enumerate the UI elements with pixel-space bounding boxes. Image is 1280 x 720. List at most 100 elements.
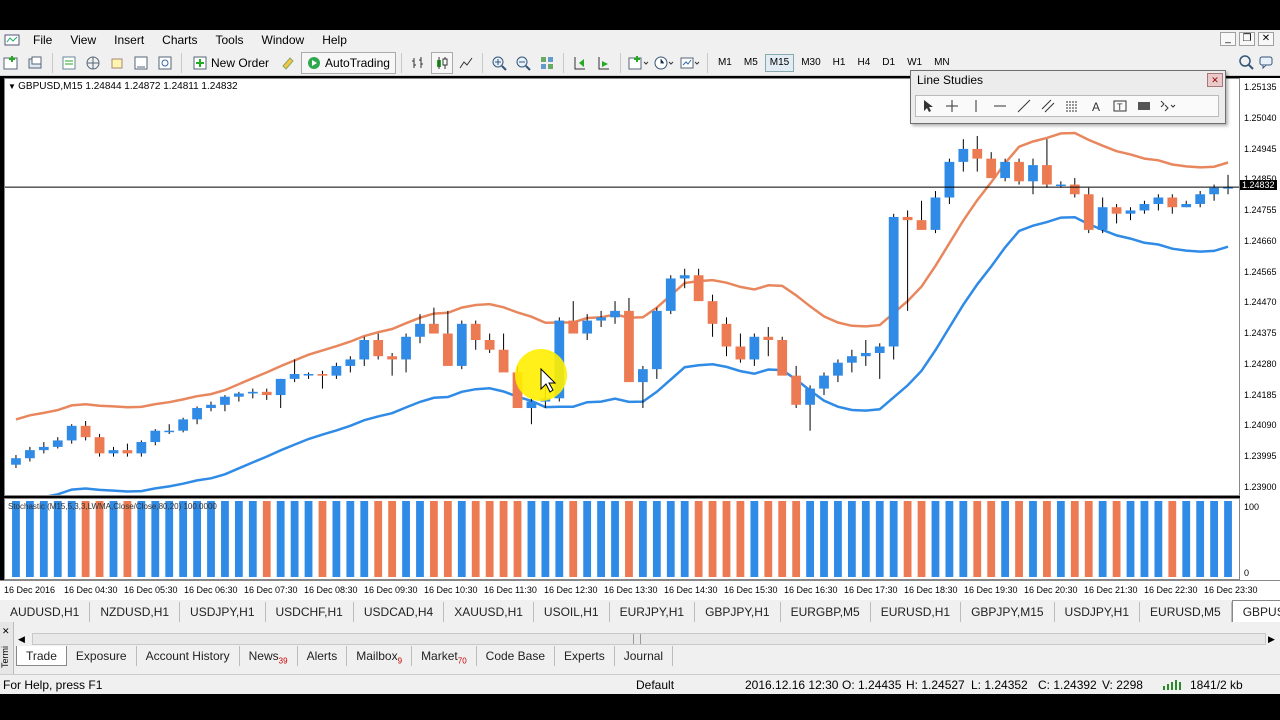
menu-help[interactable]: Help [313,30,356,50]
chart-tab[interactable]: GBPUSD,M15 [1231,600,1280,622]
navigator-button[interactable] [82,52,104,74]
app-icon [4,34,20,46]
terminal-tab[interactable]: News39 [240,646,298,666]
tester-button[interactable] [154,52,176,74]
chart-tab[interactable]: NZDUSD,H1 [90,602,181,622]
arrows-icon[interactable] [1156,96,1180,116]
trendline-icon[interactable] [1012,96,1036,116]
fibonacci-icon[interactable] [1060,96,1084,116]
menu-file[interactable]: File [24,30,61,50]
chart-tab[interactable]: USDCAD,H4 [354,602,445,622]
text-icon[interactable]: A [1084,96,1108,116]
vertical-line-icon[interactable] [964,96,988,116]
chart-tab[interactable]: EURUSD,H1 [871,602,962,622]
timeframe-mn[interactable]: MN [929,54,955,72]
timeframe-m1[interactable]: M1 [713,54,737,72]
market-watch-button[interactable] [58,52,80,74]
terminal-tab[interactable]: Code Base [477,646,556,666]
cursor-icon[interactable] [916,96,940,116]
candlestick-chart-button[interactable] [430,51,453,74]
new-order-button[interactable]: New Order [187,52,275,74]
chart-tab[interactable]: EURJPY,H1 [610,602,696,622]
chart-tab[interactable]: EURUSD,M5 [1140,602,1232,622]
autotrading-button[interactable]: AutoTrading [301,51,396,74]
stochastic-bar [304,501,313,577]
candle-body [1097,207,1108,230]
timeframe-h1[interactable]: H1 [828,54,851,72]
timeframe-d1[interactable]: D1 [877,54,900,72]
chart-tab[interactable]: GBPJPY,M15 [961,602,1055,622]
zoom-in-button[interactable] [488,52,510,74]
templates-button[interactable] [678,52,702,74]
stochastic-bar [39,501,48,577]
timeframe-w1[interactable]: W1 [902,54,927,72]
terminal-tab-label: Mailbox [356,649,398,663]
scrollbar-thumb[interactable] [633,634,641,644]
periods-button[interactable] [652,52,676,74]
menu-insert[interactable]: Insert [105,30,153,50]
profiles-button[interactable] [25,52,47,74]
timeframe-m15[interactable]: M15 [764,53,795,72]
menu-tools[interactable]: Tools [207,30,253,50]
chart-tab[interactable]: USOIL,H1 [534,602,610,622]
menu-window[interactable]: Window [253,30,314,50]
terminal-tab-label: Alerts [306,649,338,663]
data-window-button[interactable] [106,52,128,74]
chart-tab[interactable]: USDJPY,H1 [180,602,266,622]
scroll-left-icon[interactable]: ◀ [18,634,25,645]
label-icon[interactable]: T [1108,96,1132,116]
zoom-out-button[interactable] [512,52,534,74]
indicators-button[interactable] [626,52,650,74]
terminal-tab[interactable]: Mailbox9 [347,646,413,666]
scroll-right-icon[interactable]: ▶ [1268,634,1275,645]
terminal-tab[interactable]: Exposure [67,646,137,666]
chart-tab[interactable]: AUDUSD,H1 [0,602,91,622]
terminal-button[interactable] [130,52,152,74]
menu-view[interactable]: View [61,30,105,50]
candle-body [972,148,983,159]
close-icon[interactable]: ✕ [1258,32,1274,46]
candle-body [1125,210,1136,214]
chart-tab[interactable]: EURGBP,M5 [781,602,871,622]
horizontal-line-icon[interactable] [988,96,1012,116]
chart-tab[interactable]: USDJPY,H1 [1055,602,1141,622]
terminal-tab[interactable]: Market70 [412,646,477,666]
chart-shift-button[interactable] [569,52,591,74]
candle-body [1153,197,1164,204]
terminal-close-icon[interactable]: ✕ [2,626,10,637]
osc-min-label: 0 [1244,568,1250,578]
bar-chart-button[interactable] [407,52,429,74]
chart-tab[interactable]: XAUUSD,H1 [444,602,534,622]
new-chart-button[interactable] [1,52,23,74]
rectangle-icon[interactable] [1132,96,1156,116]
line-studies-panel[interactable]: Line Studies ✕ A T [910,70,1226,124]
metaeditor-button[interactable] [277,52,299,74]
line-studies-close-icon[interactable]: ✕ [1207,73,1223,87]
restore-icon[interactable]: ❐ [1239,32,1255,46]
line-chart-button[interactable] [455,52,477,74]
timeframe-h4[interactable]: H4 [852,54,875,72]
timeframe-m30[interactable]: M30 [796,54,825,72]
channel-icon[interactable] [1036,96,1060,116]
chart-tab[interactable]: GBPJPY,H1 [695,602,781,622]
chat-icon[interactable] [1258,54,1274,70]
terminal-tab[interactable]: Account History [137,646,240,666]
terminal-tab[interactable]: Trade [16,646,67,666]
autoscroll-button[interactable] [593,52,615,74]
terminal-tab[interactable]: Alerts [298,646,348,666]
price-chart-canvas[interactable] [5,79,1239,505]
terminal-scrollbar[interactable] [32,633,1266,645]
new-order-icon [193,56,207,69]
status-traffic: 1841/2 kb [1190,678,1243,692]
menu-charts[interactable]: Charts [153,30,206,50]
minimize-icon[interactable]: _ [1220,32,1236,46]
chart-tab[interactable]: USDCHF,H1 [266,602,354,622]
timeframe-m5[interactable]: M5 [739,54,763,72]
crosshair-icon[interactable] [940,96,964,116]
search-icon[interactable] [1238,54,1254,70]
terminal-tab[interactable]: Experts [555,646,615,666]
top-black-bar [0,0,1280,30]
tile-windows-button[interactable] [536,52,558,74]
terminal-tab[interactable]: Journal [615,646,674,666]
price-chart[interactable] [4,78,1240,505]
